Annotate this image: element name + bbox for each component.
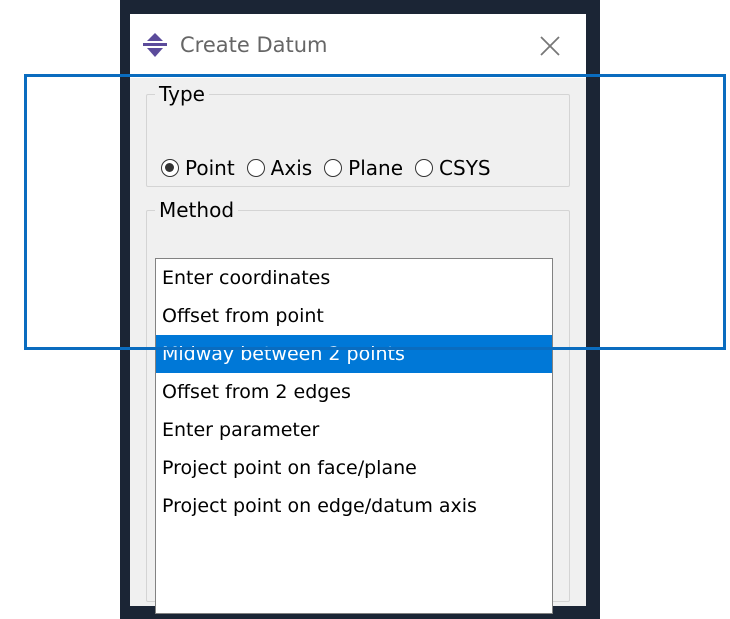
method-item-offset-from-point[interactable]: Offset from point <box>156 297 552 335</box>
method-item-project-point-on-edge-datum-axis[interactable]: Project point on edge/datum axis <box>156 487 552 525</box>
radio-csys-circle[interactable] <box>415 159 434 177</box>
datum-icon <box>143 33 167 57</box>
radio-axis-circle[interactable] <box>246 159 265 177</box>
method-item-project-point-on-face-plane[interactable]: Project point on face/plane <box>156 449 552 487</box>
method-item-enter-coordinates[interactable]: Enter coordinates <box>156 259 552 297</box>
method-item-offset-from-2-edges[interactable]: Offset from 2 edges <box>156 373 552 411</box>
method-list[interactable]: Enter coordinates Offset from point Midw… <box>155 258 553 614</box>
type-radio-row: Point Axis Plane CSYS <box>161 156 503 180</box>
type-group: Type Point Axis Plane CSYS <box>146 82 570 187</box>
radio-point[interactable]: Point <box>161 156 235 180</box>
title-bar[interactable]: Create Datum <box>130 14 586 78</box>
method-item-enter-parameter[interactable]: Enter parameter <box>156 411 552 449</box>
radio-plane-label: Plane <box>348 156 404 180</box>
radio-csys-label: CSYS <box>439 156 491 180</box>
radio-axis-label: Axis <box>270 156 313 180</box>
close-icon[interactable] <box>530 26 570 66</box>
method-group: Method Enter coordinates Offset from poi… <box>146 198 570 614</box>
radio-csys[interactable]: CSYS <box>415 156 491 180</box>
radio-plane-circle[interactable] <box>324 159 343 177</box>
type-legend: Type <box>159 82 205 106</box>
radio-axis[interactable]: Axis <box>246 156 313 180</box>
method-item-midway-between-2-points[interactable]: Midway between 2 points <box>156 335 552 373</box>
radio-point-label: Point <box>185 156 235 180</box>
radio-point-circle[interactable] <box>161 159 179 177</box>
dialog-title: Create Datum <box>180 33 328 57</box>
method-legend: Method <box>159 198 235 222</box>
create-datum-dialog: Create Datum Type Point Axis Plane CSYS <box>130 14 586 614</box>
radio-plane[interactable]: Plane <box>324 156 403 180</box>
